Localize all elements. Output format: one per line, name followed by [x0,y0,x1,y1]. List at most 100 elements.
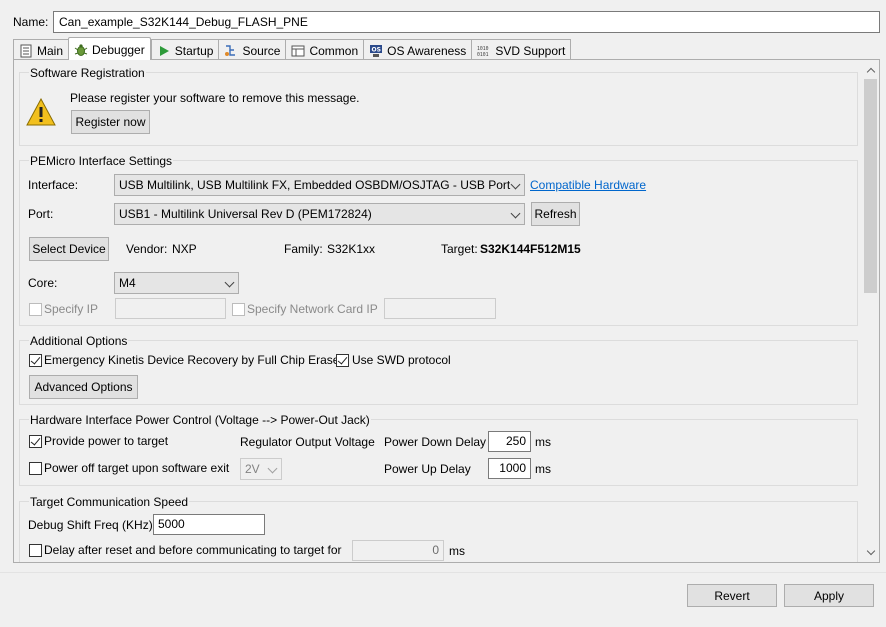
scroll-content: Software Registration Please register yo… [14,60,862,562]
core-label: Core: [28,276,58,290]
tab-label: Debugger [92,43,145,57]
scrollbar-thumb[interactable] [864,79,877,293]
software-registration-group: Software Registration Please register yo… [19,66,858,146]
family-value: S32K1xx [327,242,376,256]
select-device-button[interactable]: Select Device [29,237,109,261]
specify-network-card-ip-label: Specify Network Card IP [247,302,378,316]
regulator-output-voltage-label: Regulator Output Voltage [240,435,375,449]
emergency-recovery-label: Emergency Kinetis Device Recovery by Ful… [44,353,340,367]
warning-icon [26,97,56,129]
power-up-delay-field[interactable]: 1000 [488,458,531,479]
port-value: USB1 - Multilink Universal Rev D (PEM172… [119,207,372,221]
vertical-scrollbar[interactable] [862,60,879,562]
debugger-panel: Software Registration Please register yo… [13,59,880,563]
power-control-group: Hardware Interface Power Control (Voltag… [19,413,858,486]
tab-label: Main [37,44,64,58]
revert-button[interactable]: Revert [687,584,777,607]
tab-label: Startup [174,44,214,58]
ip-field[interactable] [115,298,226,319]
provide-power-checkbox[interactable] [29,435,42,448]
interface-label: Interface: [28,178,79,192]
vendor-label: Vendor: [126,242,168,256]
specify-ip-checkbox[interactable] [29,303,42,316]
register-now-button[interactable]: Register now [71,110,150,134]
target-label: Target: [441,242,478,256]
power-off-checkbox[interactable] [29,462,42,475]
port-label: Port: [28,207,54,221]
chevron-down-icon [267,463,278,474]
source-icon [224,44,238,58]
port-select[interactable]: USB1 - Multilink Universal Rev D (PEM172… [114,203,525,225]
tab-label: Common [309,44,359,58]
tab-label: OS Awareness [387,44,467,58]
tab-debugger[interactable]: Debugger [68,37,151,60]
voltage-value: 2V [245,462,260,476]
power-up-delay-label: Power Up Delay [384,462,471,476]
interface-select[interactable]: USB Multilink, USB Multilink FX, Embedde… [114,174,525,196]
group-title: PEMicro Interface Settings [29,154,174,168]
chevron-down-icon [224,277,235,288]
emergency-recovery-checkbox[interactable] [29,354,42,367]
specify-ip-label: Specify IP [44,302,99,316]
power-down-delay-field[interactable]: 250 [488,431,531,452]
tab-startup[interactable]: Startup [150,39,219,60]
tab-label: Source [242,44,281,58]
scroll-down-icon[interactable] [866,548,875,557]
refresh-button[interactable]: Refresh [531,202,580,226]
advanced-options-button[interactable]: Advanced Options [29,375,138,399]
delay-after-reset-checkbox[interactable] [29,544,42,557]
interface-value: USB Multilink, USB Multilink FX, Embedde… [119,178,511,192]
ms-label: ms [535,435,551,449]
divider [0,572,886,573]
startup-icon [157,44,171,58]
group-title: Target Communication Speed [29,495,190,509]
power-off-label: Power off target upon software exit [44,461,230,475]
additional-options-group: Additional Options Emergency Kinetis Dev… [19,334,858,405]
main-icon [19,44,33,58]
vendor-value: NXP [172,242,197,256]
os-awareness-icon: OS [369,44,383,58]
core-select[interactable]: M4 [114,272,239,294]
tab-bar: Main Debugger Startup Source Common OS O… [13,37,572,60]
voltage-select[interactable]: 2V [240,458,282,480]
core-value: M4 [119,276,136,290]
group-title: Hardware Interface Power Control (Voltag… [29,413,371,427]
delay-after-reset-label: Delay after reset and before communicati… [44,543,342,557]
group-title: Software Registration [29,66,146,80]
compatible-hardware-link[interactable]: Compatible Hardware [530,178,646,192]
scroll-up-icon[interactable] [866,66,875,75]
network-card-ip-field[interactable] [384,298,496,319]
family-label: Family: [284,242,323,256]
chevron-down-icon [510,179,521,190]
apply-button[interactable]: Apply [784,584,874,607]
ms-label: ms [535,462,551,476]
debug-shift-freq-field[interactable]: 5000 [153,514,265,535]
use-swd-checkbox[interactable] [336,354,349,367]
tab-common[interactable]: Common [285,39,364,60]
svd-support-icon: 1010 0101 [477,44,491,58]
tab-svd-support[interactable]: 1010 0101 SVD Support [471,39,572,60]
comm-speed-group: Target Communication Speed Debug Shift F… [19,495,858,562]
delay-after-reset-field[interactable]: 0 [352,540,444,561]
svg-text:0101: 0101 [477,52,489,58]
use-swd-label: Use SWD protocol [352,353,451,367]
provide-power-label: Provide power to target [44,434,169,448]
target-value: S32K144F512M15 [480,242,581,256]
tab-source[interactable]: Source [218,39,286,60]
power-down-delay-label: Power Down Delay [384,435,487,449]
svg-text:OS: OS [372,47,381,54]
specify-network-card-ip-checkbox[interactable] [232,303,245,316]
ms-label: ms [449,544,465,558]
pemicro-settings-group: PEMicro Interface Settings Interface: US… [19,154,858,326]
chevron-down-icon [510,208,521,219]
tab-os-awareness[interactable]: OS OS Awareness [363,39,472,60]
registration-message: Please register your software to remove … [70,91,360,105]
svg-text:1010: 1010 [477,46,489,52]
group-title: Additional Options [29,334,129,348]
name-label: Name: [13,15,49,29]
name-input[interactable]: Can_example_S32K144_Debug_FLASH_PNE [53,11,880,33]
debug-shift-freq-label: Debug Shift Freq (KHz) [28,518,153,532]
debugger-icon [74,43,88,57]
tab-label: SVD Support [495,44,566,58]
tab-main[interactable]: Main [13,39,69,60]
